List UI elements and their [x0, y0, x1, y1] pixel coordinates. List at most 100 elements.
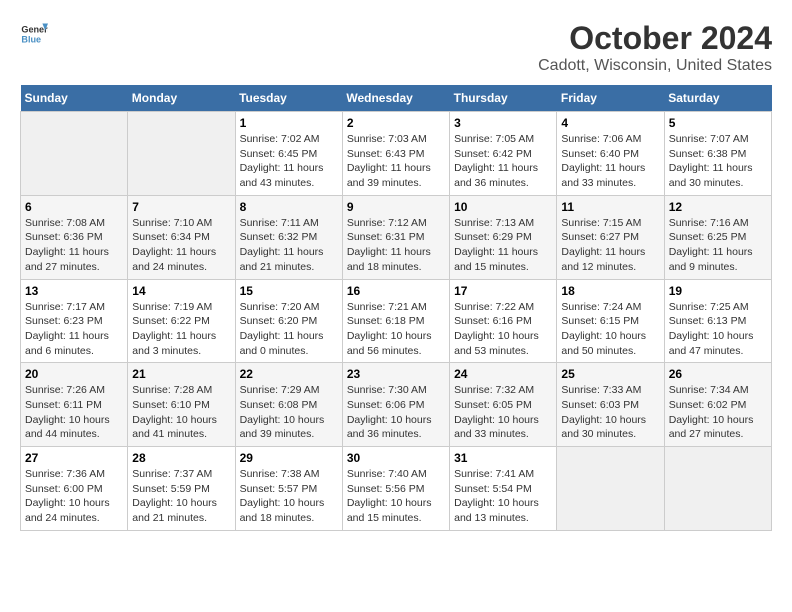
day-info: Sunrise: 7:17 AM Sunset: 6:23 PM Dayligh…: [25, 300, 123, 359]
day-number: 13: [25, 284, 123, 298]
calendar-cell: 26Sunrise: 7:34 AM Sunset: 6:02 PM Dayli…: [664, 363, 771, 447]
day-number: 17: [454, 284, 552, 298]
day-info: Sunrise: 7:38 AM Sunset: 5:57 PM Dayligh…: [240, 467, 338, 526]
calendar-cell: 18Sunrise: 7:24 AM Sunset: 6:15 PM Dayli…: [557, 279, 664, 363]
calendar-cell: 4 Sunrise: 7:06 AM Sunset: 6:40 PM Daylig…: [557, 112, 664, 196]
day-number: 22: [240, 367, 338, 381]
calendar-cell: 28Sunrise: 7:37 AM Sunset: 5:59 PM Dayli…: [128, 447, 235, 531]
calendar-cell: 24 Sunrise: 7:32 AM Sunset: 6:05 PM Dayli…: [450, 363, 557, 447]
day-info: Sunrise: 7:10 AM Sunset: 6:34 PM Dayligh…: [132, 216, 230, 275]
day-number: 10: [454, 200, 552, 214]
calendar-cell: 23Sunrise: 7:30 AM Sunset: 6:06 PM Dayli…: [342, 363, 449, 447]
day-number: 5: [669, 116, 767, 130]
day-info: Sunrise: 7:37 AM Sunset: 5:59 PM Dayligh…: [132, 467, 230, 526]
day-info: Sunrise: 7:05 AM Sunset: 6:42 PM Dayligh…: [454, 132, 552, 191]
calendar-cell: [664, 447, 771, 531]
calendar-cell: 27Sunrise: 7:36 AM Sunset: 6:00 PM Dayli…: [21, 447, 128, 531]
day-info: Sunrise: 7:13 AM Sunset: 6:29 PM Dayligh…: [454, 216, 552, 275]
day-number: 19: [669, 284, 767, 298]
weekday-header-tuesday: Tuesday: [235, 85, 342, 112]
weekday-header-saturday: Saturday: [664, 85, 771, 112]
calendar-cell: 3 Sunrise: 7:05 AM Sunset: 6:42 PM Daylig…: [450, 112, 557, 196]
day-number: 21: [132, 367, 230, 381]
calendar-cell: 5 Sunrise: 7:07 AM Sunset: 6:38 PM Daylig…: [664, 112, 771, 196]
calendar-cell: 31 Sunrise: 7:41 AM Sunset: 5:54 PM Dayli…: [450, 447, 557, 531]
day-info: Sunrise: 7:08 AM Sunset: 6:36 PM Dayligh…: [25, 216, 123, 275]
day-info: Sunrise: 7:19 AM Sunset: 6:22 PM Dayligh…: [132, 300, 230, 359]
title-area: October 2024 Cadott, Wisconsin, United S…: [538, 20, 772, 75]
weekday-header-row: SundayMondayTuesdayWednesdayThursdayFrid…: [21, 85, 772, 112]
calendar-cell: 16Sunrise: 7:21 AM Sunset: 6:18 PM Dayli…: [342, 279, 449, 363]
calendar-cell: 9 Sunrise: 7:12 AM Sunset: 6:31 PM Daylig…: [342, 195, 449, 279]
calendar-cell: 2Sunrise: 7:03 AM Sunset: 6:43 PM Daylig…: [342, 112, 449, 196]
calendar-cell: [21, 112, 128, 196]
weekday-header-sunday: Sunday: [21, 85, 128, 112]
calendar-week-0: 1 Sunrise: 7:02 AM Sunset: 6:45 PM Daylig…: [21, 112, 772, 196]
subtitle: Cadott, Wisconsin, United States: [538, 57, 772, 75]
day-info: Sunrise: 7:06 AM Sunset: 6:40 PM Dayligh…: [561, 132, 659, 191]
day-info: Sunrise: 7:20 AM Sunset: 6:20 PM Dayligh…: [240, 300, 338, 359]
day-info: Sunrise: 7:07 AM Sunset: 6:38 PM Dayligh…: [669, 132, 767, 191]
day-info: Sunrise: 7:11 AM Sunset: 6:32 PM Dayligh…: [240, 216, 338, 275]
day-info: Sunrise: 7:41 AM Sunset: 5:54 PM Dayligh…: [454, 467, 552, 526]
day-info: Sunrise: 7:12 AM Sunset: 6:31 PM Dayligh…: [347, 216, 445, 275]
day-number: 7: [132, 200, 230, 214]
calendar-week-3: 20 Sunrise: 7:26 AM Sunset: 6:11 PM Dayli…: [21, 363, 772, 447]
day-info: Sunrise: 7:02 AM Sunset: 6:45 PM Dayligh…: [240, 132, 338, 191]
day-info: Sunrise: 7:29 AM Sunset: 6:08 PM Dayligh…: [240, 383, 338, 442]
calendar-cell: 6 Sunrise: 7:08 AM Sunset: 6:36 PM Daylig…: [21, 195, 128, 279]
weekday-header-thursday: Thursday: [450, 85, 557, 112]
weekday-header-wednesday: Wednesday: [342, 85, 449, 112]
day-info: Sunrise: 7:24 AM Sunset: 6:15 PM Dayligh…: [561, 300, 659, 359]
calendar-header: SundayMondayTuesdayWednesdayThursdayFrid…: [21, 85, 772, 112]
calendar-cell: [128, 112, 235, 196]
day-info: Sunrise: 7:03 AM Sunset: 6:43 PM Dayligh…: [347, 132, 445, 191]
header: General Blue October 2024 Cadott, Wiscon…: [20, 20, 772, 75]
day-number: 11: [561, 200, 659, 214]
day-info: Sunrise: 7:16 AM Sunset: 6:25 PM Dayligh…: [669, 216, 767, 275]
day-number: 1: [240, 116, 338, 130]
day-info: Sunrise: 7:26 AM Sunset: 6:11 PM Dayligh…: [25, 383, 123, 442]
day-number: 25: [561, 367, 659, 381]
weekday-header-friday: Friday: [557, 85, 664, 112]
calendar-cell: [557, 447, 664, 531]
day-number: 29: [240, 451, 338, 465]
day-number: 27: [25, 451, 123, 465]
calendar-cell: 29 Sunrise: 7:38 AM Sunset: 5:57 PM Dayli…: [235, 447, 342, 531]
calendar-cell: 30Sunrise: 7:40 AM Sunset: 5:56 PM Dayli…: [342, 447, 449, 531]
day-number: 16: [347, 284, 445, 298]
day-number: 6: [25, 200, 123, 214]
svg-text:Blue: Blue: [21, 34, 41, 44]
day-number: 23: [347, 367, 445, 381]
calendar-week-4: 27Sunrise: 7:36 AM Sunset: 6:00 PM Dayli…: [21, 447, 772, 531]
calendar-cell: 20 Sunrise: 7:26 AM Sunset: 6:11 PM Dayli…: [21, 363, 128, 447]
calendar-cell: 22 Sunrise: 7:29 AM Sunset: 6:08 PM Dayli…: [235, 363, 342, 447]
calendar-cell: 14Sunrise: 7:19 AM Sunset: 6:22 PM Dayli…: [128, 279, 235, 363]
day-info: Sunrise: 7:32 AM Sunset: 6:05 PM Dayligh…: [454, 383, 552, 442]
calendar-cell: 19 Sunrise: 7:25 AM Sunset: 6:13 PM Dayli…: [664, 279, 771, 363]
calendar-table: SundayMondayTuesdayWednesdayThursdayFrid…: [20, 85, 772, 531]
day-info: Sunrise: 7:33 AM Sunset: 6:03 PM Dayligh…: [561, 383, 659, 442]
calendar-week-2: 13 Sunrise: 7:17 AM Sunset: 6:23 PM Dayli…: [21, 279, 772, 363]
calendar-cell: 10 Sunrise: 7:13 AM Sunset: 6:29 PM Dayli…: [450, 195, 557, 279]
weekday-header-monday: Monday: [128, 85, 235, 112]
logo: General Blue: [20, 20, 48, 48]
calendar-cell: 7 Sunrise: 7:10 AM Sunset: 6:34 PM Daylig…: [128, 195, 235, 279]
day-number: 15: [240, 284, 338, 298]
day-number: 3: [454, 116, 552, 130]
day-number: 24: [454, 367, 552, 381]
day-info: Sunrise: 7:40 AM Sunset: 5:56 PM Dayligh…: [347, 467, 445, 526]
main-title: October 2024: [538, 20, 772, 57]
day-info: Sunrise: 7:25 AM Sunset: 6:13 PM Dayligh…: [669, 300, 767, 359]
day-number: 4: [561, 116, 659, 130]
logo-icon: General Blue: [20, 20, 48, 48]
calendar-cell: 13 Sunrise: 7:17 AM Sunset: 6:23 PM Dayli…: [21, 279, 128, 363]
day-number: 20: [25, 367, 123, 381]
day-info: Sunrise: 7:34 AM Sunset: 6:02 PM Dayligh…: [669, 383, 767, 442]
day-number: 31: [454, 451, 552, 465]
calendar-body: 1 Sunrise: 7:02 AM Sunset: 6:45 PM Daylig…: [21, 112, 772, 531]
calendar-cell: 21Sunrise: 7:28 AM Sunset: 6:10 PM Dayli…: [128, 363, 235, 447]
day-number: 9: [347, 200, 445, 214]
calendar-cell: 11 Sunrise: 7:15 AM Sunset: 6:27 PM Dayli…: [557, 195, 664, 279]
day-info: Sunrise: 7:15 AM Sunset: 6:27 PM Dayligh…: [561, 216, 659, 275]
